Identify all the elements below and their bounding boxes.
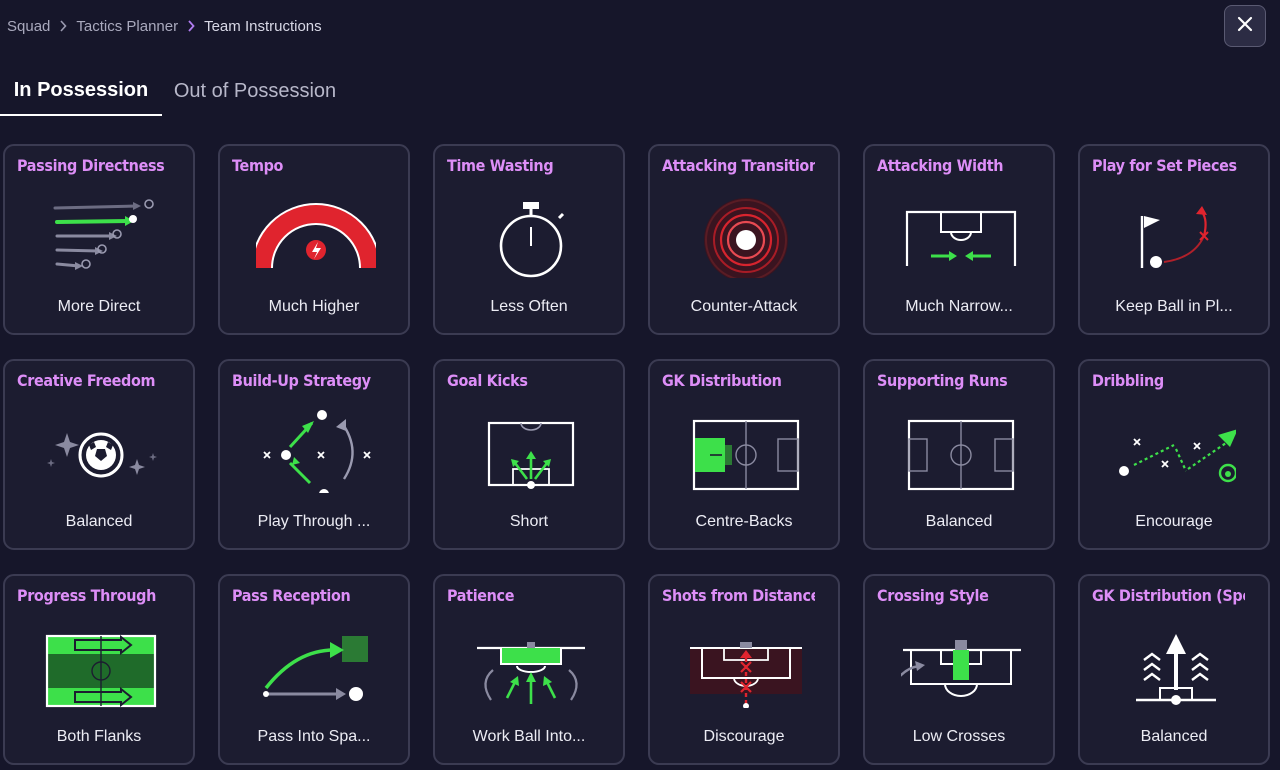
card-title: Goal Kicks <box>447 371 528 390</box>
low-cross-icon <box>894 624 1023 708</box>
tab-out-of-possession[interactable]: Out of Possession <box>162 66 348 116</box>
card-title: GK Distribution <box>662 371 782 390</box>
close-icon <box>1237 16 1253 37</box>
card-value: More Direct <box>57 298 141 315</box>
card-value: Much Higher <box>268 298 360 315</box>
card-value: Short <box>509 513 549 530</box>
card-title: Pass Reception <box>232 586 351 605</box>
card-title: Tempo <box>232 156 284 175</box>
card-value: Counter-Attack <box>690 298 798 315</box>
card-value: Much Narrow... <box>905 298 1013 315</box>
chevron-right-icon <box>187 20 195 32</box>
card-value: Balanced <box>1140 728 1208 745</box>
card-pass-reception[interactable]: Pass Reception Pass Into Spa... <box>218 574 410 765</box>
card-title: Dribbling <box>1092 371 1164 390</box>
card-attacking-transition[interactable]: Attacking Transition Counter-Attack <box>648 144 840 335</box>
narrow-width-icon <box>901 194 1021 278</box>
card-value: Centre-Backs <box>695 513 793 530</box>
passing-directness-icon <box>41 194 161 278</box>
breadcrumb-tactics-planner[interactable]: Tactics Planner <box>76 18 178 35</box>
chevron-right-icon <box>59 20 67 32</box>
supporting-runs-pitch-icon <box>901 409 1021 493</box>
breadcrumb-team-instructions: Team Instructions <box>204 17 322 35</box>
set-piece-flag-icon <box>1116 194 1236 278</box>
pass-into-space-icon <box>256 624 376 708</box>
card-title: Crossing Style <box>877 586 989 605</box>
card-patience[interactable]: Patience Work Ball Into... <box>433 574 625 765</box>
card-title: Attacking Transition <box>662 156 815 175</box>
card-value: Balanced <box>925 513 993 530</box>
breadcrumb-squad[interactable]: Squad <box>7 18 50 35</box>
card-gk-distribution[interactable]: GK Distribution Centre-Backs <box>648 359 840 550</box>
card-supporting-runs[interactable]: Supporting Runs Balanced <box>863 359 1055 550</box>
breadcrumb: Squad Tactics Planner Team Instructions <box>7 16 322 36</box>
both-flanks-pitch-icon <box>41 624 161 708</box>
shots-distance-icon <box>686 624 806 709</box>
sparkle-ball-icon <box>41 409 161 493</box>
card-value: Discourage <box>703 728 785 745</box>
card-title: GK Distribution (Speed) <box>1092 586 1245 605</box>
tab-in-possession[interactable]: In Possession <box>0 66 162 116</box>
card-dribbling[interactable]: Dribbling Encourage <box>1078 359 1270 550</box>
card-value: Play Through ... <box>257 513 371 530</box>
card-title: Creative Freedom <box>17 371 156 390</box>
card-time-wasting[interactable]: Time Wasting Less Often <box>433 144 625 335</box>
card-title: Attacking Width <box>877 156 1004 175</box>
card-title: Shots from Distance <box>662 586 815 605</box>
tab-bar: In Possession Out of Possession <box>0 66 1280 116</box>
card-goal-kicks[interactable]: Goal Kicks Short <box>433 359 625 550</box>
tempo-gauge-icon <box>251 194 381 278</box>
card-value: Pass Into Spa... <box>257 728 371 745</box>
card-build-up-strategy[interactable]: Build-Up Strategy Play Through ... <box>218 359 410 550</box>
card-title: Play for Set Pieces <box>1092 156 1237 175</box>
card-tempo[interactable]: Tempo Much Higher <box>218 144 410 335</box>
stopwatch-icon <box>471 194 591 278</box>
card-creative-freedom[interactable]: Creative Freedom Balanced <box>3 359 195 550</box>
patience-box-icon <box>471 624 591 708</box>
card-title: Time Wasting <box>447 156 554 175</box>
card-title: Progress Through <box>17 586 157 605</box>
card-play-for-set-pieces[interactable]: Play for Set Pieces Keep Ball in Pl... <box>1078 144 1270 335</box>
card-value: Less Often <box>490 298 568 315</box>
card-value: Work Ball Into... <box>472 728 586 745</box>
card-title: Build-Up Strategy <box>232 371 371 390</box>
card-title: Patience <box>447 586 515 605</box>
card-gk-distribution-speed[interactable]: GK Distribution (Speed) Balanced <box>1078 574 1270 765</box>
card-value: Both Flanks <box>56 728 142 745</box>
build-up-icon <box>256 409 376 499</box>
card-value: Keep Ball in Pl... <box>1115 298 1233 315</box>
card-title: Supporting Runs <box>877 371 1008 390</box>
card-value: Balanced <box>65 513 133 530</box>
card-progress-through[interactable]: Progress Through Both Flanks <box>3 574 195 765</box>
gk-speed-icon <box>1116 624 1236 708</box>
counter-attack-target-icon <box>686 194 806 282</box>
card-attacking-width[interactable]: Attacking Width Much Narrow... <box>863 144 1055 335</box>
card-passing-directness[interactable]: Passing Directness More Direct <box>3 144 195 335</box>
card-title: Passing Directness <box>17 156 165 175</box>
goal-kick-icon <box>471 409 591 493</box>
card-value: Low Crosses <box>912 728 1006 745</box>
dribbling-icon <box>1116 409 1238 493</box>
card-value: Encourage <box>1135 513 1213 530</box>
gk-distribution-pitch-icon <box>686 409 806 493</box>
card-shots-from-distance[interactable]: Shots from Distance Discourage <box>648 574 840 765</box>
close-button[interactable] <box>1224 5 1266 47</box>
card-crossing-style[interactable]: Crossing Style Low Crosses <box>863 574 1055 765</box>
